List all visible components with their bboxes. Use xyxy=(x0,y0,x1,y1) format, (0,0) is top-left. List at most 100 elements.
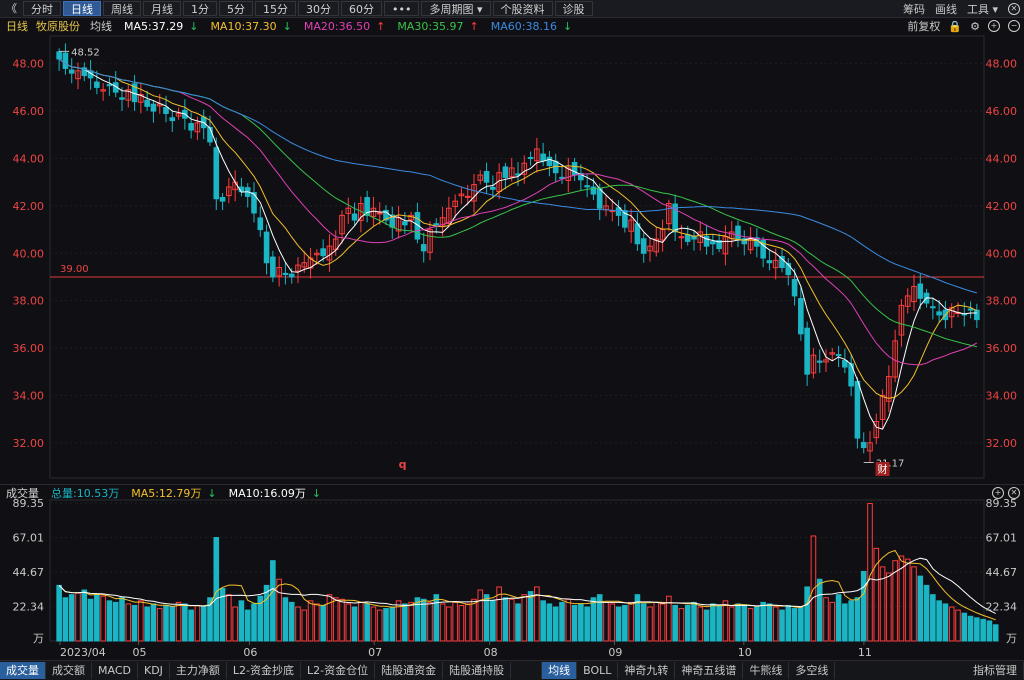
volume-total: 总量:10.53万 xyxy=(51,487,120,500)
volume-header: 成交量 总量:10.53万 MA5:12.79万 ↓ MA10:16.09万 ↓ +… xyxy=(0,484,1024,501)
volume-bar xyxy=(100,595,106,642)
price-tick-left: 34.00 xyxy=(13,389,45,402)
volume-bar xyxy=(314,603,320,642)
volume-tick-left: 万 xyxy=(33,632,44,645)
volume-bar xyxy=(301,609,308,642)
volume-bar xyxy=(955,609,961,642)
volume-bar xyxy=(263,584,270,642)
date-label: 2023/04 xyxy=(60,646,106,659)
tab-main-net[interactable]: 主力净额 xyxy=(170,662,227,679)
volume-bar xyxy=(376,609,383,642)
arrow-down-icon: ↓ xyxy=(311,487,322,500)
volume-ma5: MA5:12.79万 ↓ xyxy=(125,485,216,501)
volume-bar xyxy=(860,570,867,642)
volume-bar xyxy=(754,606,760,642)
tab-connect-holdings[interactable]: 陆股通持股 xyxy=(443,662,512,679)
tab-long-short[interactable]: 多空线 xyxy=(789,662,836,679)
volume-bar xyxy=(420,598,427,642)
volume-bar xyxy=(125,603,132,642)
candle-body xyxy=(816,360,823,363)
candle-body xyxy=(213,147,220,200)
volume-bar xyxy=(94,594,100,642)
volume-bar xyxy=(244,609,251,642)
volume-bar xyxy=(584,606,590,642)
tab-boll[interactable]: BOLL xyxy=(577,662,619,679)
price-tick-right: 34.00 xyxy=(986,389,1018,402)
volume-bar xyxy=(653,601,660,642)
price-tick-right: 36.00 xyxy=(986,342,1018,355)
price-tick-right: 38.00 xyxy=(986,295,1018,308)
price-panel-frame xyxy=(49,35,985,479)
volume-bar xyxy=(552,606,559,642)
candle-body xyxy=(559,176,565,179)
volume-bar xyxy=(502,597,509,642)
volume-bar xyxy=(358,601,364,642)
volume-bar xyxy=(854,597,861,642)
price-tick-right: 48.00 xyxy=(986,58,1018,71)
volume-bar xyxy=(351,606,358,642)
candle-body xyxy=(106,84,113,87)
tab-volume[interactable]: 成交量 xyxy=(0,662,46,679)
date-label: 09 xyxy=(608,646,622,659)
tab-nine-turns[interactable]: 神奇九转 xyxy=(618,662,676,679)
candle-body xyxy=(270,256,276,278)
date-label: 06 xyxy=(243,646,257,659)
volume-bar xyxy=(779,609,785,642)
tab-kdj[interactable]: KDJ xyxy=(138,662,170,679)
stock-chart-svg[interactable]: 39.00 48.00 48.00 46.00 46.00 44.00 44.00 42.0… xyxy=(0,0,1024,679)
volume-bar xyxy=(603,601,609,642)
tab-l2-position[interactable]: L2-资金仓位 xyxy=(301,662,376,679)
volume-bar xyxy=(835,594,842,642)
volume-bar xyxy=(383,608,389,642)
volume-bar xyxy=(288,601,295,642)
volume-bar xyxy=(213,537,220,642)
candle-body xyxy=(967,308,974,311)
volume-bar xyxy=(345,603,352,642)
tab-spacer xyxy=(511,662,543,679)
candle-body xyxy=(835,354,842,357)
remove-indicator-icon[interactable]: ✕ xyxy=(1008,487,1020,499)
volume-bar xyxy=(590,597,597,642)
volume-tick-left: 44.67 xyxy=(13,566,45,579)
volume-bar xyxy=(936,600,942,642)
candle-body xyxy=(94,81,100,88)
volume-bar xyxy=(251,603,257,642)
volume-title[interactable]: 成交量 xyxy=(6,485,39,501)
candle-body xyxy=(860,441,867,449)
volume-tick-right: 67.01 xyxy=(986,532,1018,545)
tab-five-lines[interactable]: 神奇五线谱 xyxy=(675,662,744,679)
price-tick-left: 44.00 xyxy=(13,152,45,165)
volume-bar xyxy=(477,589,484,642)
volume-bar xyxy=(339,598,345,642)
tab-connect-funds[interactable]: 陆股通资金 xyxy=(375,662,444,679)
volume-bar xyxy=(741,604,748,642)
candle-body xyxy=(376,212,383,215)
candle-body xyxy=(288,273,295,278)
tab-indicator-manage[interactable]: 指标管理 xyxy=(967,662,1024,679)
tab-macd[interactable]: MACD xyxy=(92,662,138,679)
volume-bar xyxy=(408,601,414,642)
candle-body xyxy=(188,123,194,131)
tab-ma[interactable]: 均线 xyxy=(542,662,578,679)
volume-bar xyxy=(961,612,968,642)
volume-bar xyxy=(980,618,986,642)
volume-bar xyxy=(930,594,936,642)
ma10-line xyxy=(58,58,978,399)
volume-bar xyxy=(194,604,201,642)
volume-bar xyxy=(647,606,653,642)
price-tick-right: 46.00 xyxy=(986,105,1018,118)
candle-body xyxy=(974,309,980,321)
volume-bar xyxy=(967,615,974,642)
tab-turnover[interactable]: 成交额 xyxy=(46,662,92,679)
horizontal-line-label: 39.00 xyxy=(60,264,89,275)
volume-bar xyxy=(886,572,892,642)
add-indicator-icon[interactable]: + xyxy=(992,487,1004,499)
volume-bar xyxy=(911,566,917,642)
volume-bar xyxy=(697,606,704,642)
candle-body xyxy=(320,248,326,257)
volume-bar xyxy=(823,597,829,642)
volume-bar xyxy=(169,606,176,642)
candle-body xyxy=(263,231,270,264)
tab-l2-bottom[interactable]: L2-资金抄底 xyxy=(227,662,302,679)
tab-bull-bear[interactable]: 牛熊线 xyxy=(743,662,790,679)
